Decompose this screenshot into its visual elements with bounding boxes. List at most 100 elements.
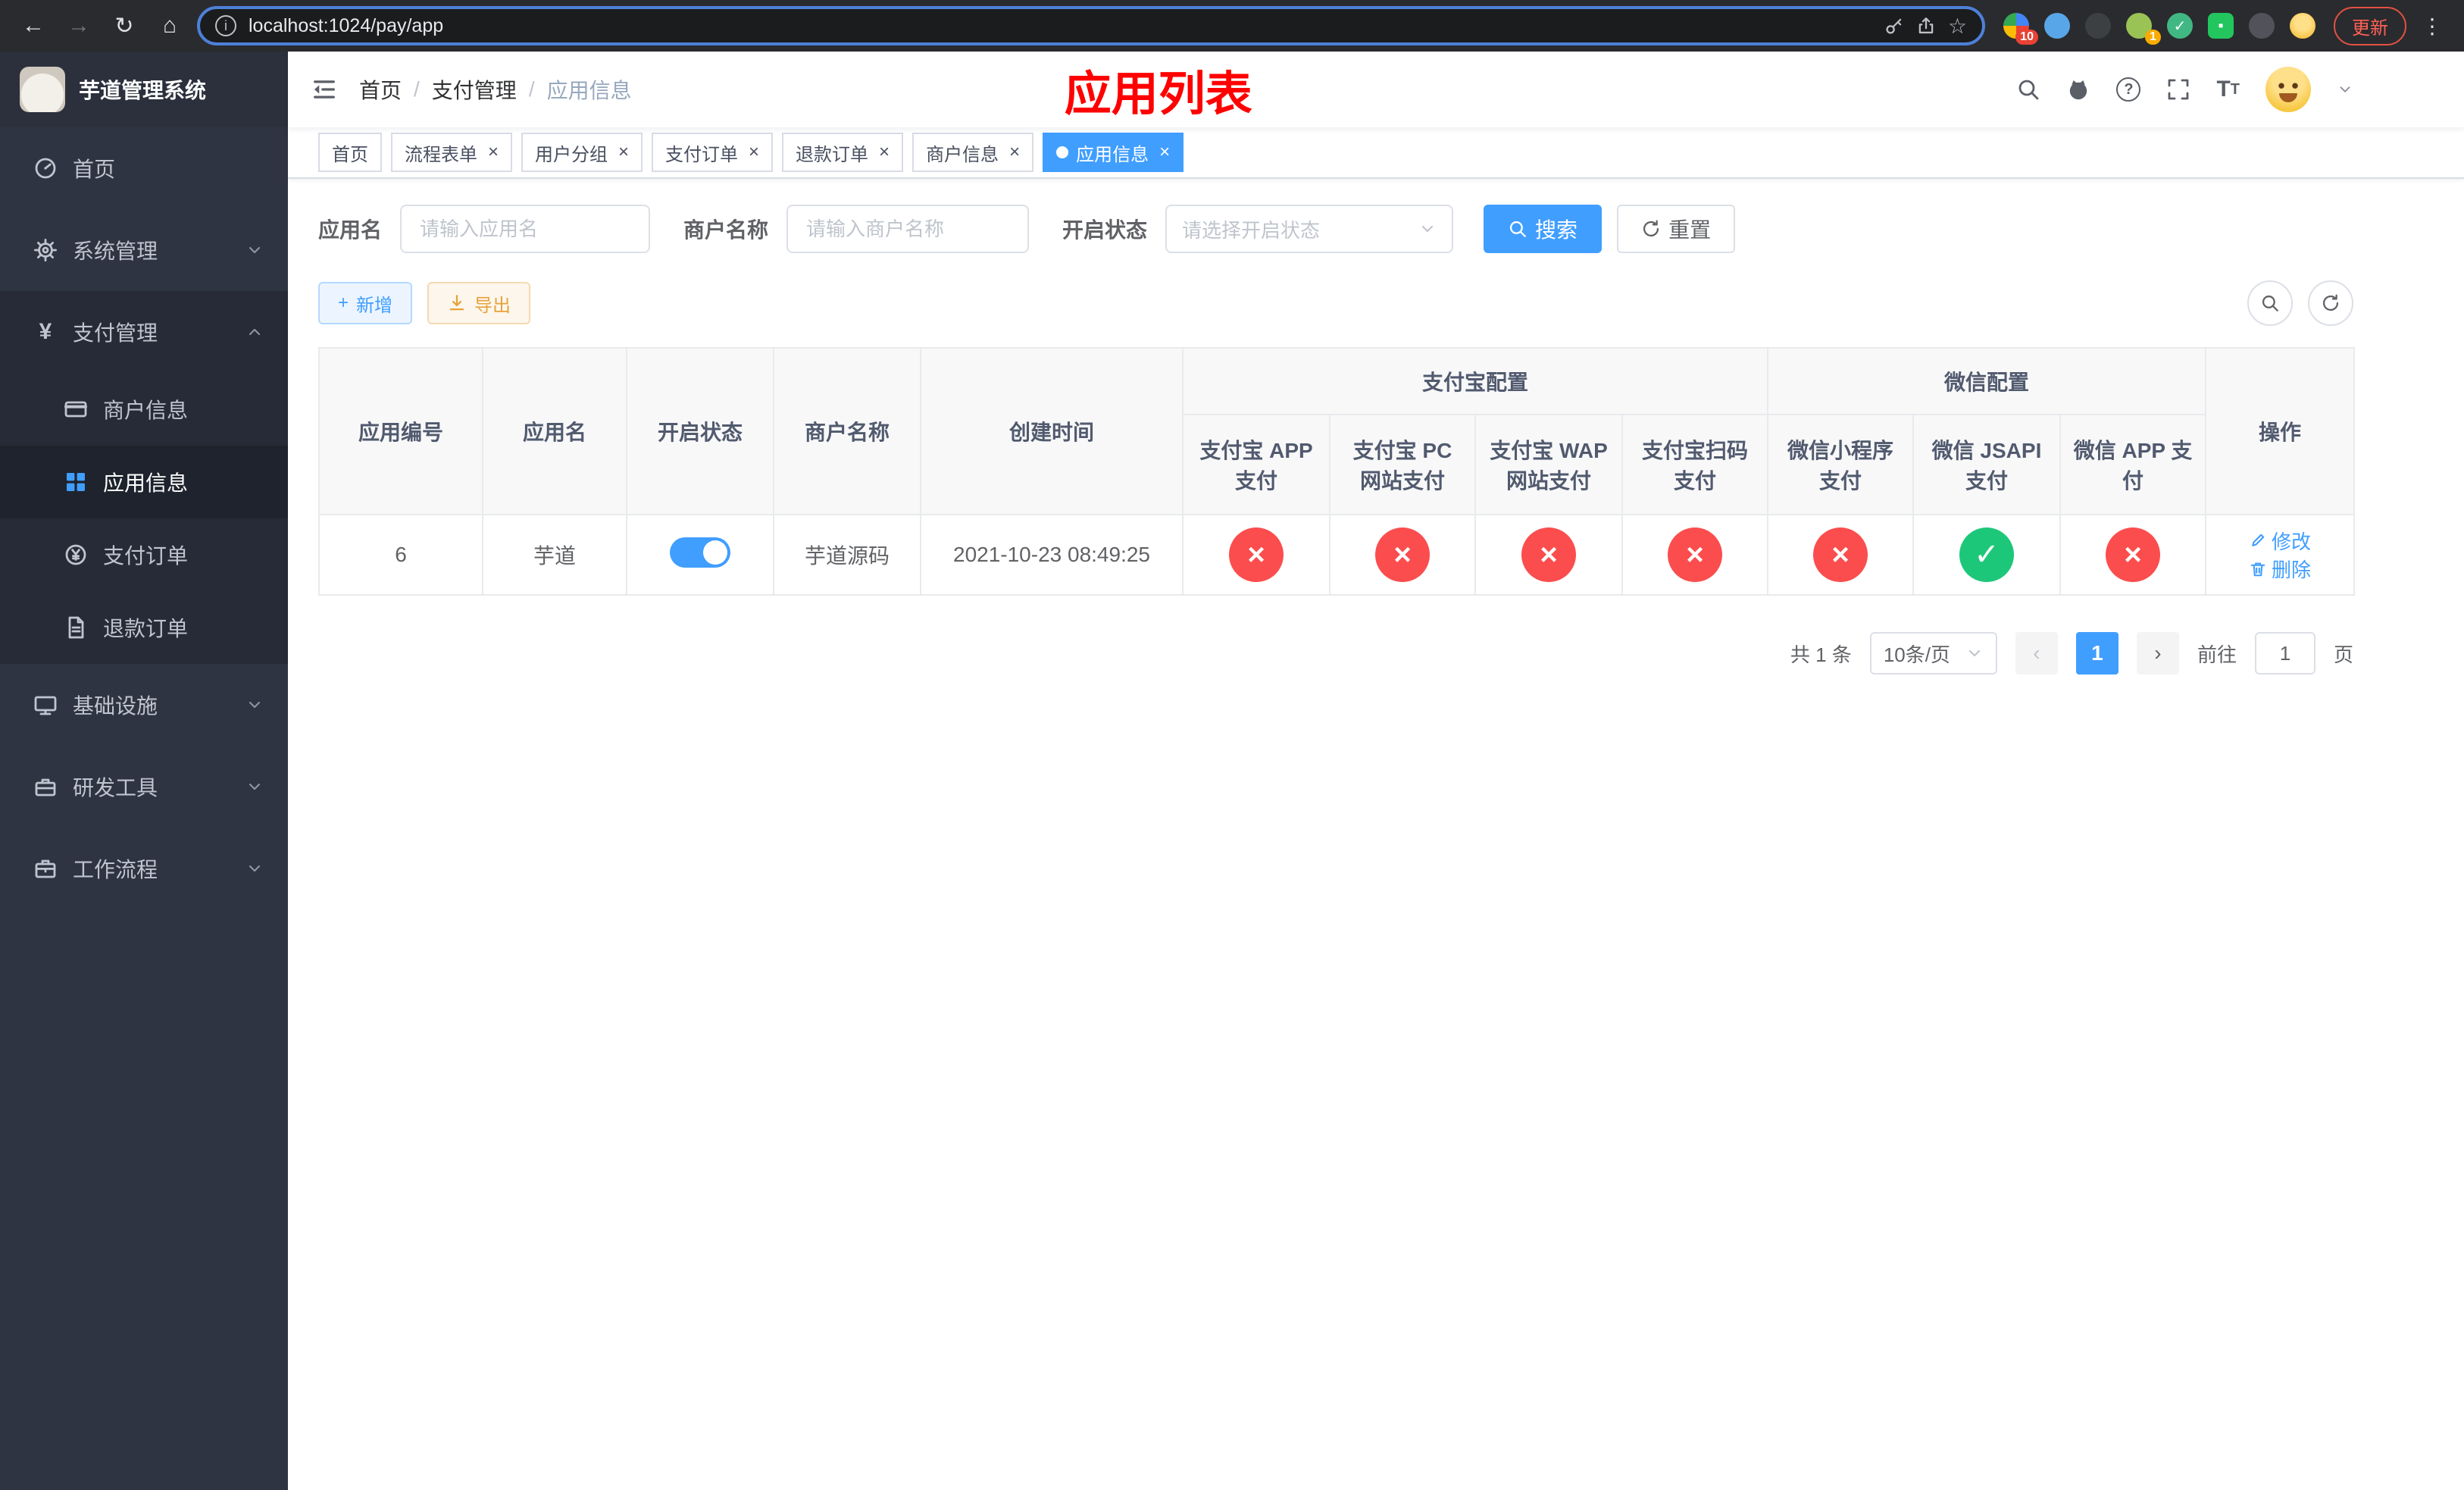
app-title: 芋道管理系统 — [79, 79, 207, 102]
extension-icon[interactable] — [2290, 13, 2315, 39]
col-actions: 操作 — [2205, 347, 2356, 515]
extension-icon[interactable] — [2085, 13, 2111, 39]
close-icon[interactable]: × — [879, 143, 890, 161]
next-page-button[interactable]: › — [2136, 632, 2179, 675]
sidebar-item-label: 应用信息 — [103, 471, 189, 495]
delete-label: 删除 — [2272, 559, 2312, 581]
fullscreen-icon[interactable] — [2166, 77, 2190, 102]
close-icon[interactable]: × — [1159, 143, 1170, 161]
url-bar[interactable]: i localhost:1024/pay/app ☆ — [197, 6, 1985, 45]
sidebar-item-home[interactable]: 首页 — [0, 127, 288, 209]
sidebar-item-merchant-info[interactable]: 商户信息 — [0, 373, 288, 446]
close-icon[interactable]: × — [749, 143, 759, 161]
page-number-button[interactable]: 1 — [2075, 632, 2118, 675]
cross-icon: × — [1521, 527, 1576, 582]
forward-icon[interactable]: → — [61, 8, 97, 44]
breadcrumb-separator: / — [414, 77, 420, 101]
pagination: 共 1 条 10条/页 ‹ 1 › 前往 页 — [318, 632, 2353, 675]
chevron-down-icon[interactable] — [2337, 81, 2353, 98]
refresh-icon — [1641, 219, 1661, 239]
status-select[interactable]: 请选择开启状态 — [1165, 205, 1454, 253]
col-alipay-wap: 支付宝 WAP 网站支付 — [1474, 414, 1623, 515]
search-button[interactable]: 搜索 — [1484, 205, 1603, 253]
extension-icon[interactable] — [2044, 13, 2070, 39]
tab-user-group[interactable]: 用户分组 × — [521, 133, 643, 172]
sidebar-item-devtools[interactable]: 研发工具 — [0, 746, 288, 828]
sidebar-item-label: 支付订单 — [103, 544, 189, 568]
tags-view: 首页 流程表单 × 用户分组 × 支付订单 × 退款订单 × 商户信息 × 应用… — [288, 127, 2464, 179]
active-dot — [1056, 146, 1069, 158]
chrome-menu-icon[interactable]: ⋮ — [2416, 14, 2449, 39]
navbar-actions: ? TT — [2016, 67, 2441, 112]
sidebar-toggle-icon[interactable] — [311, 76, 338, 103]
merchant-name-input[interactable] — [786, 205, 1030, 253]
sidebar-item-label: 工作流程 — [73, 858, 158, 881]
edit-button[interactable]: 修改 — [2249, 527, 2311, 555]
password-key-icon[interactable] — [1884, 16, 1904, 36]
cell-config: ✓ — [1912, 514, 2062, 596]
export-button[interactable]: 导出 — [427, 282, 531, 324]
breadcrumb: 首页 / 支付管理 / 应用信息 — [359, 74, 632, 105]
status-toggle[interactable] — [670, 537, 730, 568]
close-icon[interactable]: × — [1009, 143, 1020, 161]
sidebar-item-refund-order[interactable]: 退款订单 — [0, 591, 288, 664]
goto-page-input[interactable] — [2254, 632, 2315, 675]
tab-merchant-info[interactable]: 商户信息 × — [912, 133, 1034, 172]
tab-home[interactable]: 首页 — [318, 133, 382, 172]
page-size-label: 10条/页 — [1883, 643, 1950, 666]
sidebar-item-infrastructure[interactable]: 基础设施 — [0, 664, 288, 746]
chevron-down-icon — [245, 778, 264, 796]
app-logo[interactable]: 芋道管理系统 — [0, 52, 288, 127]
tab-process-form[interactable]: 流程表单 × — [391, 133, 513, 172]
back-icon[interactable]: ← — [15, 8, 52, 44]
app-name-input[interactable] — [400, 205, 651, 253]
reload-icon[interactable]: ↻ — [106, 8, 142, 44]
close-icon[interactable]: × — [618, 143, 629, 161]
bookmark-star-icon[interactable]: ☆ — [1948, 14, 1967, 39]
page-size-select[interactable]: 10条/页 — [1869, 632, 1997, 675]
sidebar-item-label: 退款订单 — [103, 617, 189, 640]
tab-label: 流程表单 — [405, 144, 477, 165]
prev-page-button[interactable]: ‹ — [2015, 632, 2058, 675]
tab-refund-order[interactable]: 退款订单 × — [782, 133, 904, 172]
breadcrumb-separator: / — [528, 77, 535, 101]
chrome-update-button[interactable]: 更新 — [2334, 6, 2406, 45]
monitor-icon — [33, 693, 58, 717]
close-icon[interactable]: × — [488, 143, 499, 161]
delete-button[interactable]: 删除 — [2249, 555, 2311, 583]
extension-icon[interactable]: 10 — [2003, 13, 2038, 45]
url-text: localhost:1024/pay/app — [249, 14, 444, 36]
sidebar-item-app-info[interactable]: 应用信息 — [0, 446, 288, 518]
sidebar-item-system[interactable]: 系统管理 — [0, 209, 288, 291]
extension-icon[interactable]: 1 — [2126, 13, 2161, 45]
font-size-icon[interactable]: TT — [2216, 78, 2240, 101]
chevron-down-icon — [245, 241, 264, 259]
refresh-icon — [2321, 293, 2340, 313]
tab-pay-order[interactable]: 支付订单 × — [652, 133, 774, 172]
extension-icon[interactable]: ✓ — [2167, 13, 2193, 39]
sidebar-item-pay-order[interactable]: 支付订单 — [0, 518, 288, 591]
chevron-down-icon — [245, 696, 264, 714]
col-status: 开启状态 — [626, 347, 774, 515]
toggle-search-button[interactable] — [2247, 280, 2293, 326]
github-icon[interactable] — [2066, 77, 2090, 102]
cell-config: × — [1621, 514, 1769, 596]
share-icon[interactable] — [1916, 16, 1936, 36]
tab-label: 商户信息 — [926, 144, 999, 165]
tab-label: 退款订单 — [796, 144, 869, 165]
refresh-table-button[interactable] — [2308, 280, 2353, 326]
tab-app-info[interactable]: 应用信息 × — [1043, 133, 1184, 172]
reset-button[interactable]: 重置 — [1617, 205, 1736, 253]
breadcrumb-item[interactable]: 首页 — [359, 74, 402, 105]
search-icon[interactable] — [2016, 77, 2040, 102]
add-button[interactable]: + 新增 — [318, 282, 413, 324]
site-info-icon[interactable]: i — [215, 15, 236, 36]
help-icon[interactable]: ? — [2116, 77, 2141, 102]
extension-icon[interactable]: ▪ — [2208, 13, 2234, 39]
breadcrumb-item[interactable]: 支付管理 — [432, 74, 517, 105]
sidebar-item-payment[interactable]: ¥ 支付管理 — [0, 291, 288, 373]
sidebar-item-workflow[interactable]: 工作流程 — [0, 828, 288, 909]
home-icon[interactable]: ⌂ — [152, 8, 188, 44]
user-avatar[interactable] — [2265, 67, 2311, 112]
extension-icon[interactable] — [2249, 13, 2275, 39]
